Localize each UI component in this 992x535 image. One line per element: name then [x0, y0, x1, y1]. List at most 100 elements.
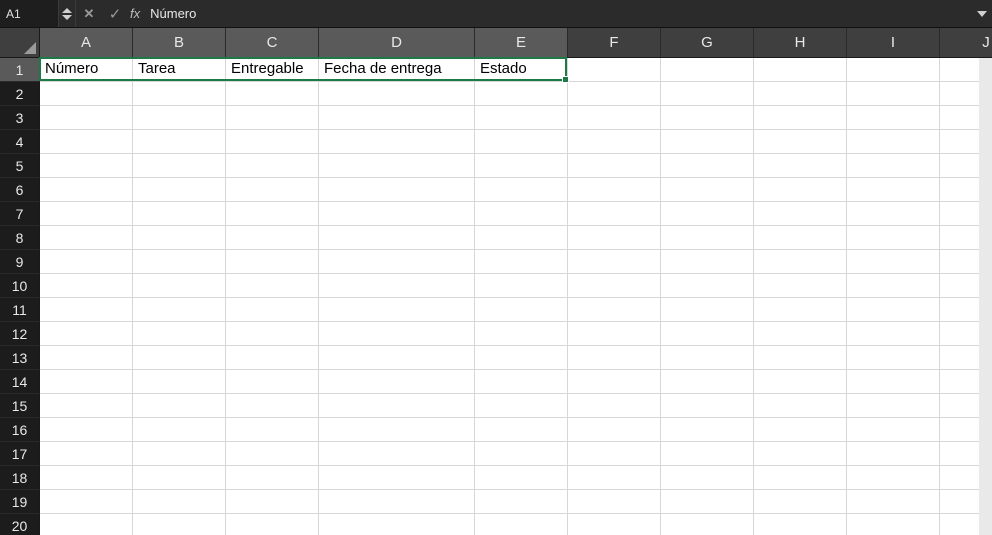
cell-D2[interactable] [319, 82, 475, 106]
cell-E1[interactable]: Estado [475, 58, 568, 82]
row-header-7[interactable]: 7 [0, 202, 40, 226]
cell-D15[interactable] [319, 394, 475, 418]
cell-E5[interactable] [475, 154, 568, 178]
cell-A1[interactable]: Número [40, 58, 133, 82]
cell-E7[interactable] [475, 202, 568, 226]
cell-F2[interactable] [568, 82, 661, 106]
cell-B7[interactable] [133, 202, 226, 226]
cell-H1[interactable] [754, 58, 847, 82]
column-header-A[interactable]: A [40, 28, 133, 58]
cell-D20[interactable] [319, 514, 475, 535]
cell-C9[interactable] [226, 250, 319, 274]
cell-B3[interactable] [133, 106, 226, 130]
cell-B1[interactable]: Tarea [133, 58, 226, 82]
cell-G1[interactable] [661, 58, 754, 82]
cell-H17[interactable] [754, 442, 847, 466]
cell-D1[interactable]: Fecha de entrega [319, 58, 475, 82]
cell-F8[interactable] [568, 226, 661, 250]
cell-B17[interactable] [133, 442, 226, 466]
cell-H8[interactable] [754, 226, 847, 250]
cell-A11[interactable] [40, 298, 133, 322]
cell-G17[interactable] [661, 442, 754, 466]
cell-G11[interactable] [661, 298, 754, 322]
cell-G4[interactable] [661, 130, 754, 154]
row-header-17[interactable]: 17 [0, 442, 40, 466]
cell-H4[interactable] [754, 130, 847, 154]
column-header-G[interactable]: G [661, 28, 754, 58]
cell-C7[interactable] [226, 202, 319, 226]
cell-F19[interactable] [568, 490, 661, 514]
row-header-4[interactable]: 4 [0, 130, 40, 154]
cell-B14[interactable] [133, 370, 226, 394]
cell-D4[interactable] [319, 130, 475, 154]
cell-F13[interactable] [568, 346, 661, 370]
cell-C5[interactable] [226, 154, 319, 178]
cell-D16[interactable] [319, 418, 475, 442]
cell-E16[interactable] [475, 418, 568, 442]
vertical-scrollbar[interactable] [979, 58, 992, 535]
cell-C19[interactable] [226, 490, 319, 514]
cell-B5[interactable] [133, 154, 226, 178]
cell-I19[interactable] [847, 490, 940, 514]
cell-B19[interactable] [133, 490, 226, 514]
cell-H15[interactable] [754, 394, 847, 418]
cell-A6[interactable] [40, 178, 133, 202]
row-header-18[interactable]: 18 [0, 466, 40, 490]
cell-E3[interactable] [475, 106, 568, 130]
cell-I4[interactable] [847, 130, 940, 154]
cell-H18[interactable] [754, 466, 847, 490]
cell-H20[interactable] [754, 514, 847, 535]
cell-C10[interactable] [226, 274, 319, 298]
cell-F1[interactable] [568, 58, 661, 82]
cell-A14[interactable] [40, 370, 133, 394]
cell-B16[interactable] [133, 418, 226, 442]
cell-B10[interactable] [133, 274, 226, 298]
cell-A4[interactable] [40, 130, 133, 154]
formula-input[interactable] [146, 0, 972, 27]
cell-G3[interactable] [661, 106, 754, 130]
row-header-19[interactable]: 19 [0, 490, 40, 514]
cell-H11[interactable] [754, 298, 847, 322]
cell-F14[interactable] [568, 370, 661, 394]
cell-D5[interactable] [319, 154, 475, 178]
cell-G2[interactable] [661, 82, 754, 106]
cell-G5[interactable] [661, 154, 754, 178]
cell-D10[interactable] [319, 274, 475, 298]
cell-H3[interactable] [754, 106, 847, 130]
cell-B11[interactable] [133, 298, 226, 322]
cell-C6[interactable] [226, 178, 319, 202]
cell-G20[interactable] [661, 514, 754, 535]
row-header-3[interactable]: 3 [0, 106, 40, 130]
cell-G7[interactable] [661, 202, 754, 226]
cell-B13[interactable] [133, 346, 226, 370]
row-header-11[interactable]: 11 [0, 298, 40, 322]
cell-D6[interactable] [319, 178, 475, 202]
cell-B18[interactable] [133, 466, 226, 490]
cell-F7[interactable] [568, 202, 661, 226]
column-header-H[interactable]: H [754, 28, 847, 58]
cell-H13[interactable] [754, 346, 847, 370]
cell-I1[interactable] [847, 58, 940, 82]
cell-C2[interactable] [226, 82, 319, 106]
cell-F11[interactable] [568, 298, 661, 322]
cell-D7[interactable] [319, 202, 475, 226]
row-header-5[interactable]: 5 [0, 154, 40, 178]
cell-H5[interactable] [754, 154, 847, 178]
cell-B4[interactable] [133, 130, 226, 154]
cell-I10[interactable] [847, 274, 940, 298]
cell-A9[interactable] [40, 250, 133, 274]
column-header-I[interactable]: I [847, 28, 940, 58]
cell-G14[interactable] [661, 370, 754, 394]
cell-I6[interactable] [847, 178, 940, 202]
cell-F5[interactable] [568, 154, 661, 178]
cell-F16[interactable] [568, 418, 661, 442]
cell-I8[interactable] [847, 226, 940, 250]
cell-I11[interactable] [847, 298, 940, 322]
cell-B8[interactable] [133, 226, 226, 250]
cell-G16[interactable] [661, 418, 754, 442]
cell-C15[interactable] [226, 394, 319, 418]
cell-E11[interactable] [475, 298, 568, 322]
cell-I12[interactable] [847, 322, 940, 346]
cell-D14[interactable] [319, 370, 475, 394]
cell-E4[interactable] [475, 130, 568, 154]
